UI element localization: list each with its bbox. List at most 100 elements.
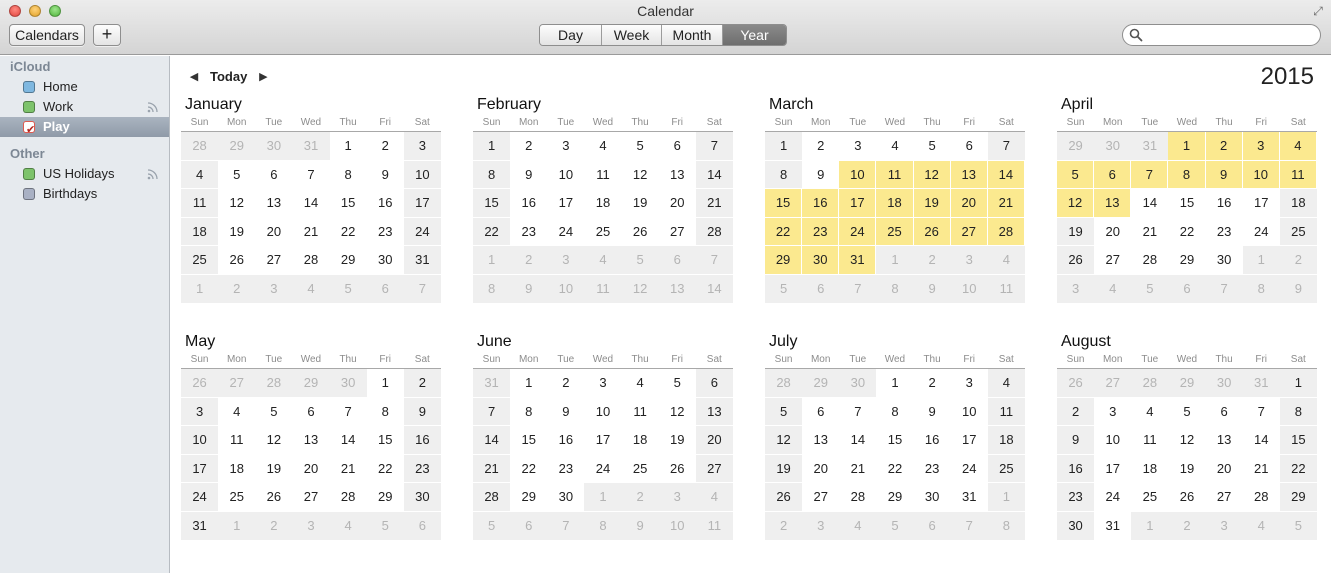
day-cell[interactable]: 6 (695, 369, 733, 398)
day-cell[interactable]: 28 (695, 217, 733, 247)
day-cell[interactable]: 30 (802, 246, 840, 275)
sidebar-item-home[interactable]: Home (0, 77, 169, 97)
day-cell[interactable]: 25 (218, 483, 256, 512)
adjacent-month-day-cell[interactable]: 2 (621, 483, 659, 512)
day-cell[interactable]: 10 (181, 426, 219, 455)
adjacent-month-day-cell[interactable]: 4 (1242, 511, 1280, 541)
adjacent-month-day-cell[interactable]: 2 (510, 246, 548, 275)
day-cell[interactable]: 26 (621, 218, 659, 247)
adjacent-month-day-cell[interactable]: 6 (510, 511, 548, 541)
day-cell[interactable]: 2 (1057, 397, 1095, 427)
day-cell[interactable]: 17 (181, 454, 219, 484)
day-cell[interactable]: 31 (181, 511, 219, 541)
day-cell[interactable]: 8 (329, 161, 367, 190)
day-cell[interactable]: 29 (1168, 246, 1206, 275)
day-cell[interactable]: 4 (181, 160, 219, 190)
day-cell[interactable]: 16 (1057, 454, 1095, 484)
adjacent-month-day-cell[interactable]: 13 (658, 274, 696, 304)
day-cell[interactable]: 6 (658, 132, 696, 161)
day-cell[interactable]: 9 (366, 161, 404, 190)
day-cell[interactable]: 14 (987, 160, 1025, 190)
day-cell[interactable]: 20 (950, 189, 988, 218)
adjacent-month-day-cell[interactable]: 4 (839, 511, 877, 541)
adjacent-month-day-cell[interactable]: 4 (292, 274, 330, 304)
day-cell[interactable]: 15 (366, 426, 404, 455)
adjacent-month-day-cell[interactable]: 5 (329, 274, 367, 304)
day-cell[interactable]: 30 (1057, 511, 1095, 541)
day-cell[interactable]: 21 (839, 455, 877, 484)
day-cell[interactable]: 22 (765, 217, 803, 247)
day-cell[interactable]: 11 (218, 426, 256, 455)
day-cell[interactable]: 6 (292, 398, 330, 427)
day-cell[interactable]: 8 (473, 160, 511, 190)
day-cell[interactable]: 23 (510, 218, 548, 247)
view-tab-year[interactable]: Year (723, 25, 786, 45)
day-cell[interactable]: 15 (876, 426, 914, 455)
adjacent-month-day-cell[interactable]: 2 (255, 511, 293, 541)
day-cell[interactable]: 14 (839, 426, 877, 455)
day-cell[interactable]: 12 (658, 398, 696, 427)
day-cell[interactable]: 10 (1094, 426, 1132, 455)
day-cell[interactable]: 10 (950, 398, 988, 427)
day-cell[interactable]: 5 (913, 132, 951, 161)
day-cell[interactable]: 25 (876, 217, 914, 247)
day-cell[interactable]: 17 (1242, 189, 1280, 218)
day-cell[interactable]: 31 (950, 483, 988, 512)
adjacent-month-day-cell[interactable]: 1 (181, 274, 219, 304)
day-cell[interactable]: 2 (1205, 132, 1243, 161)
day-cell[interactable]: 14 (473, 426, 511, 455)
adjacent-month-day-cell[interactable]: 7 (1205, 274, 1243, 304)
day-cell[interactable]: 12 (621, 161, 659, 190)
day-cell[interactable]: 27 (802, 483, 840, 512)
adjacent-month-day-cell[interactable]: 2 (765, 511, 803, 541)
day-cell[interactable]: 20 (802, 455, 840, 484)
adjacent-month-day-cell[interactable]: 30 (1205, 369, 1243, 398)
day-cell[interactable]: 5 (1057, 160, 1095, 190)
day-cell[interactable]: 1 (1279, 369, 1317, 398)
day-cell[interactable]: 3 (584, 369, 622, 398)
day-cell[interactable]: 20 (695, 426, 733, 455)
month-name[interactable]: February (473, 94, 733, 116)
day-cell[interactable]: 28 (1242, 483, 1280, 512)
adjacent-month-day-cell[interactable]: 1 (876, 246, 914, 275)
adjacent-month-day-cell[interactable]: 9 (510, 274, 548, 304)
view-tab-week[interactable]: Week (602, 25, 662, 45)
adjacent-month-day-cell[interactable]: 28 (1131, 369, 1169, 398)
day-cell[interactable]: 17 (839, 189, 877, 218)
day-cell[interactable]: 21 (1131, 218, 1169, 247)
calendars-button[interactable]: Calendars (9, 24, 85, 46)
day-cell[interactable]: 2 (802, 132, 840, 161)
day-cell[interactable]: 11 (987, 397, 1025, 427)
day-cell[interactable]: 27 (950, 217, 988, 247)
adjacent-month-day-cell[interactable]: 6 (802, 274, 840, 304)
day-cell[interactable]: 18 (181, 217, 219, 247)
day-cell[interactable]: 25 (1131, 483, 1169, 512)
day-cell[interactable]: 29 (1279, 483, 1317, 512)
day-cell[interactable]: 17 (1094, 455, 1132, 484)
day-cell[interactable]: 30 (366, 246, 404, 275)
adjacent-month-day-cell[interactable]: 4 (1094, 274, 1132, 304)
sidebar-item-play[interactable]: ✔ Play (0, 117, 169, 137)
month-name[interactable]: July (765, 331, 1025, 353)
day-cell[interactable]: 26 (255, 483, 293, 512)
day-cell[interactable]: 20 (1205, 455, 1243, 484)
adjacent-month-day-cell[interactable]: 3 (658, 483, 696, 512)
adjacent-month-day-cell[interactable]: 6 (913, 511, 951, 541)
day-cell[interactable]: 9 (510, 161, 548, 190)
day-cell[interactable]: 7 (1131, 160, 1169, 190)
day-cell[interactable]: 1 (329, 132, 367, 161)
day-cell[interactable]: 26 (1057, 246, 1095, 275)
adjacent-month-day-cell[interactable]: 29 (1168, 369, 1206, 398)
adjacent-month-day-cell[interactable]: 30 (1094, 132, 1132, 161)
adjacent-month-day-cell[interactable]: 4 (329, 511, 367, 541)
adjacent-month-day-cell[interactable]: 3 (1057, 274, 1095, 304)
day-cell[interactable]: 5 (765, 397, 803, 427)
day-cell[interactable]: 3 (181, 397, 219, 427)
previous-year-icon[interactable]: ◀ (188, 70, 200, 83)
day-cell[interactable]: 14 (292, 189, 330, 218)
adjacent-month-day-cell[interactable]: 29 (1057, 132, 1095, 161)
day-cell[interactable]: 9 (403, 397, 441, 427)
adjacent-month-day-cell[interactable]: 6 (403, 511, 441, 541)
adjacent-month-day-cell[interactable]: 8 (1242, 274, 1280, 304)
day-cell[interactable]: 5 (255, 398, 293, 427)
